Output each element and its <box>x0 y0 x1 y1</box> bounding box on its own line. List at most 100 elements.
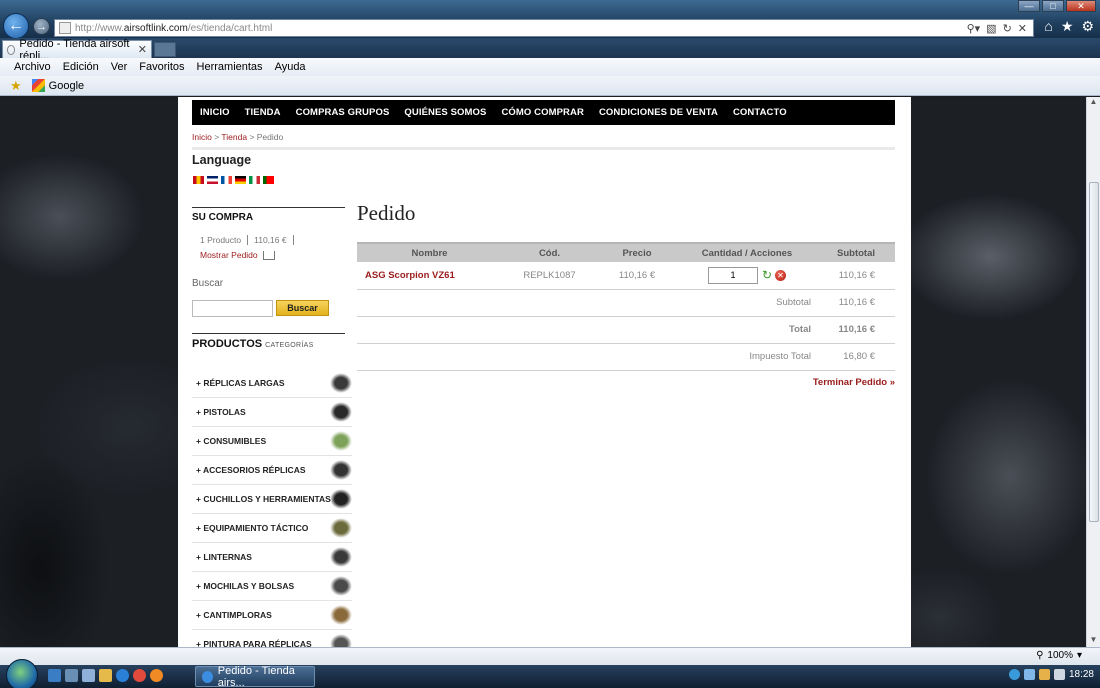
category-item[interactable]: + PINTURA PARA RÉPLICAS <box>192 630 352 647</box>
nav-compras-grupos[interactable]: COMPRAS GRUPOS <box>296 107 390 118</box>
spanish-flag[interactable] <box>193 176 204 184</box>
product-name-link[interactable]: ASG Scorpion VZ61 <box>357 262 502 290</box>
scroll-down-icon[interactable]: ▼ <box>1087 635 1100 647</box>
close-window-button[interactable]: ✕ <box>1066 0 1096 12</box>
category-thumbnail-icon <box>330 402 352 422</box>
refresh-quantity-icon[interactable]: ↻ <box>761 269 773 281</box>
url-text: http://www.airsoftlink.com/es/tienda/car… <box>75 22 273 34</box>
ie-icon[interactable] <box>116 669 129 682</box>
new-tab-button[interactable] <box>154 42 176 57</box>
explorer-icon[interactable] <box>82 669 95 682</box>
zoom-level: 100% <box>1047 650 1073 661</box>
maximize-button[interactable]: □ <box>1042 0 1064 12</box>
delete-item-icon[interactable]: ✕ <box>775 269 786 281</box>
category-item[interactable]: + RÉPLICAS LARGAS <box>192 369 352 398</box>
category-item[interactable]: + ACCESORIOS RÉPLICAS <box>192 456 352 485</box>
clock[interactable]: 18:28 <box>1069 669 1094 680</box>
quantity-input[interactable]: 1 <box>708 266 758 284</box>
scroll-up-icon[interactable]: ▲ <box>1087 97 1100 109</box>
search-input[interactable] <box>192 300 273 317</box>
category-item[interactable]: + CONSUMIBLES <box>192 427 352 456</box>
search-dropdown-icon[interactable]: ⚲▾ <box>967 22 981 35</box>
command-icons: ⌂ ★ ⚙ <box>1044 18 1094 35</box>
language-title: Language <box>192 153 252 167</box>
italian-flag[interactable] <box>249 176 260 184</box>
tools-gear-icon[interactable]: ⚙ <box>1081 18 1094 35</box>
refresh-icon[interactable]: ↻ <box>1003 22 1012 35</box>
zoom-control[interactable]: ⚲ 100% ▾ <box>1036 650 1082 661</box>
nav-como-comprar[interactable]: CÓMO COMPRAR <box>501 107 583 118</box>
table-row: ASG Scorpion VZ61 REPLK1087 110,16 € 1 ↻ ✕… <box>357 262 895 290</box>
window-switch-icon[interactable] <box>65 669 78 682</box>
search-button[interactable]: Buscar <box>276 300 329 316</box>
french-flag[interactable] <box>221 176 232 184</box>
nav-condiciones-venta[interactable]: CONDICIONES DE VENTA <box>599 107 718 118</box>
menu-favoritos[interactable]: Favoritos <box>133 61 190 73</box>
category-label: + CUCHILLOS Y HERRAMIENTAS <box>196 494 331 504</box>
quick-launch <box>48 669 163 682</box>
menu-ayuda[interactable]: Ayuda <box>269 61 312 73</box>
status-bar: ⚲ 100% ▾ <box>0 647 1100 665</box>
compat-icon[interactable]: ▧ <box>986 22 996 35</box>
tab-row: Pedido - Tienda airsoft répli... ✕ <box>0 38 1100 62</box>
tab-active[interactable]: Pedido - Tienda airsoft répli... ✕ <box>2 38 152 62</box>
folder-icon[interactable] <box>99 669 112 682</box>
favorites-star-icon[interactable]: ★ <box>1061 18 1074 35</box>
category-thumbnail-icon <box>330 576 352 596</box>
site-nav: INICIO TIENDA COMPRAS GRUPOS QUIÉNES SOM… <box>192 100 895 125</box>
firefox-icon[interactable] <box>150 669 163 682</box>
language-tray-icon[interactable] <box>1008 669 1020 680</box>
category-thumbnail-icon <box>330 518 352 538</box>
breadcrumb: Inicio > Tienda > Pedido <box>192 132 283 142</box>
nav-quienes-somos[interactable]: QUIÉNES SOMOS <box>404 107 486 118</box>
category-item[interactable]: + PISTOLAS <box>192 398 352 427</box>
tax-row: Impuesto Total 16,80 € <box>357 343 895 371</box>
menu-edicion[interactable]: Edición <box>57 61 105 73</box>
product-price: 110,16 € <box>597 262 677 290</box>
vertical-scrollbar[interactable]: ▲ ▼ <box>1086 97 1100 647</box>
column-header-cod: Cód. <box>502 242 597 262</box>
scroll-thumb[interactable] <box>1089 182 1099 522</box>
home-icon[interactable]: ⌂ <box>1044 18 1052 35</box>
products-title-text: PRODUCTOS <box>192 338 263 350</box>
forward-button[interactable]: → <box>33 18 50 35</box>
favorite-google[interactable]: Google <box>49 80 84 92</box>
chevron-down-icon[interactable]: ▾ <box>1077 650 1082 661</box>
category-item[interactable]: + CUCHILLOS Y HERRAMIENTAS <box>192 485 352 514</box>
finish-order-link[interactable]: Terminar Pedido » <box>813 377 895 388</box>
address-bar[interactable]: http://www.airsoftlink.com/es/tienda/car… <box>54 19 1034 37</box>
nav-contacto[interactable]: CONTACTO <box>733 107 787 118</box>
page-content: INICIO TIENDA COMPRAS GRUPOS QUIÉNES SOM… <box>178 97 911 647</box>
chrome-icon[interactable] <box>133 669 146 682</box>
back-button[interactable]: ← <box>3 13 29 39</box>
category-label: + CANTIMPLORAS <box>196 610 272 620</box>
tray-app-icon[interactable] <box>1038 669 1050 680</box>
show-order-link[interactable]: Mostrar Pedido <box>200 250 275 260</box>
start-button[interactable] <box>6 659 38 688</box>
add-favorite-star-icon[interactable]: ★ <box>10 78 22 94</box>
system-tray: 18:28 <box>1008 669 1094 680</box>
german-flag[interactable] <box>235 176 246 184</box>
taskbar-window-button[interactable]: Pedido - Tienda airs... <box>195 665 315 688</box>
volume-icon[interactable] <box>1053 669 1065 680</box>
minimize-button[interactable]: — <box>1018 0 1040 12</box>
stop-icon[interactable]: ✕ <box>1018 22 1027 35</box>
category-item[interactable]: + LINTERNAS <box>192 543 352 572</box>
menu-herramientas[interactable]: Herramientas <box>191 61 269 73</box>
category-item[interactable]: + CANTIMPLORAS <box>192 601 352 630</box>
menu-ver[interactable]: Ver <box>105 61 134 73</box>
breadcrumb-inicio[interactable]: Inicio <box>192 132 212 142</box>
breadcrumb-tienda[interactable]: Tienda <box>221 132 247 142</box>
category-thumbnail-icon <box>330 605 352 625</box>
portuguese-flag[interactable] <box>263 176 274 184</box>
category-item[interactable]: + EQUIPAMIENTO TÁCTICO <box>192 514 352 543</box>
menu-archivo[interactable]: Archivo <box>8 61 57 73</box>
category-item[interactable]: + MOCHILAS Y BOLSAS <box>192 572 352 601</box>
nav-inicio[interactable]: INICIO <box>200 107 230 118</box>
network-icon[interactable] <box>1023 669 1035 680</box>
tab-close-icon[interactable]: ✕ <box>138 43 147 56</box>
show-desktop-icon[interactable] <box>48 669 61 682</box>
nav-tienda[interactable]: TIENDA <box>245 107 281 118</box>
english-flag[interactable] <box>207 176 218 184</box>
category-list: + RÉPLICAS LARGAS + PISTOLAS + CONSUMIBLES… <box>192 369 352 647</box>
